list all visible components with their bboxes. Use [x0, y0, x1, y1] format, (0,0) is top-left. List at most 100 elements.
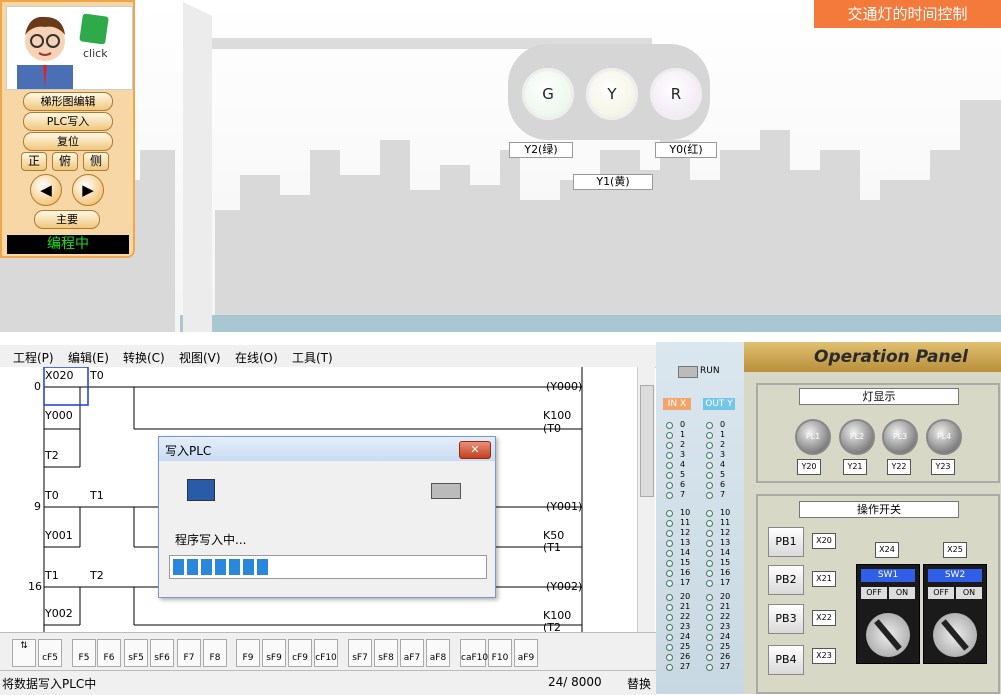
push-button-pb3[interactable]: PB3: [768, 604, 804, 634]
out-number: 7: [720, 490, 726, 499]
tool-f7[interactable]: F7: [177, 639, 201, 667]
coil-label: (Y001): [546, 500, 583, 513]
selector-switch-sw2[interactable]: SW2 OFF ON: [923, 564, 987, 664]
top-view-button[interactable]: 俯: [52, 152, 78, 171]
io-panel: RUN IN X OUT Y 0 0 1 1 2 2 3 3 4 4 5 5 6 6 7 7 10 10 11 11 1…: [656, 342, 744, 694]
in-number: 6: [680, 480, 686, 489]
side-view-button[interactable]: 侧: [83, 152, 109, 171]
in-number: 14: [680, 548, 691, 557]
switch-tag: X25: [943, 542, 967, 558]
click-label: click: [83, 47, 108, 60]
menu-view[interactable]: 视图(V): [179, 349, 221, 366]
in-led: [666, 604, 673, 611]
progress-segment: [173, 559, 184, 575]
traffic-scene: G Y R Y2(绿) Y0(红) Y1(黄) 交通灯的时间控制: [0, 0, 1001, 332]
menu-convert[interactable]: 转换(C): [123, 349, 165, 366]
vertical-scrollbar[interactable]: [637, 367, 655, 632]
write-plc-dialog: 写入PLC ✕ 程序写入中...: [158, 436, 496, 598]
pilot-lamp: PL3: [882, 419, 918, 455]
coil-name: T2: [547, 621, 562, 632]
menu-tools[interactable]: 工具(T): [292, 349, 333, 366]
out-led: [706, 550, 713, 557]
out-led: [706, 530, 713, 537]
pb-tag: X23: [812, 648, 836, 664]
out-number: 10: [720, 508, 731, 517]
tool-sf9[interactable]: sF9: [262, 639, 286, 667]
front-view-button[interactable]: 正: [21, 152, 47, 171]
in-number: 27: [680, 662, 691, 671]
tool-f6[interactable]: F6: [97, 639, 121, 667]
tool-sf5[interactable]: sF5: [124, 639, 148, 667]
status-message: 将数据写入PLC中: [2, 677, 97, 691]
in-number: 0: [680, 420, 686, 429]
push-button-pb1[interactable]: PB1: [768, 527, 804, 557]
dialog-titlebar[interactable]: 写入PLC ✕: [159, 437, 495, 461]
out-led: [706, 644, 713, 651]
green-light-label: G: [542, 85, 554, 103]
tool-cf5[interactable]: cF5: [38, 639, 62, 667]
rotary-knob-icon[interactable]: [866, 613, 910, 657]
tool-label: sF6: [154, 653, 170, 663]
main-button[interactable]: 主要: [34, 210, 100, 229]
right-arrow-icon[interactable]: ▶: [72, 174, 104, 206]
menu-bar: 工程(P) 编辑(E) 转换(C) 视图(V) 在线(O) 工具(T): [0, 345, 656, 368]
toolbar-icon[interactable]: ⇅: [12, 639, 36, 667]
tool-label: aF7: [403, 653, 421, 663]
out-led: [706, 580, 713, 587]
out-led: [706, 482, 713, 489]
out-led: [706, 624, 713, 631]
tool-cf9[interactable]: cF9: [288, 639, 312, 667]
in-led: [666, 510, 673, 517]
tool-label: F9: [242, 653, 254, 663]
tool-af8[interactable]: aF8: [426, 639, 450, 667]
in-led: [666, 634, 673, 641]
in-number: 20: [680, 592, 691, 601]
tool-af9[interactable]: aF9: [514, 639, 538, 667]
out-number: 27: [720, 662, 731, 671]
menu-online[interactable]: 在线(O): [235, 349, 278, 366]
close-icon[interactable]: ✕: [459, 441, 491, 459]
tool-af7[interactable]: aF7: [400, 639, 424, 667]
on-label: ON: [956, 587, 982, 599]
computer-icon: [187, 479, 215, 501]
edit-mode: 替换: [627, 677, 652, 691]
tool-cf10[interactable]: cF10: [314, 639, 338, 667]
in-number: 3: [680, 450, 686, 459]
out-led: [706, 634, 713, 641]
write-progress-bar: [169, 555, 487, 579]
menu-project[interactable]: 工程(P): [13, 349, 54, 366]
output-header: OUT Y: [703, 398, 735, 410]
instruction-toolbar: ⇅ cF5 F5 F6 sF5 sF6 F7 F8 F9 sF9 cF9 cF1…: [0, 632, 656, 671]
tool-label: cF9: [292, 653, 308, 663]
reset-button[interactable]: 复位: [23, 132, 113, 151]
ladder-edit-button[interactable]: 梯形图编辑: [23, 92, 113, 111]
rotary-knob-icon[interactable]: [933, 613, 977, 657]
tool-sf7[interactable]: sF7: [348, 639, 372, 667]
tool-f5[interactable]: F5: [72, 639, 96, 667]
out-number: 5: [720, 470, 726, 479]
in-number: 15: [680, 558, 691, 567]
tool-f9[interactable]: F9: [236, 639, 260, 667]
push-button-pb4[interactable]: PB4: [768, 645, 804, 675]
tool-caf10[interactable]: caF10: [460, 639, 488, 667]
scrollbar-thumb[interactable]: [640, 385, 654, 497]
lamp-section-title: 灯显示: [799, 388, 959, 405]
green-light: G: [522, 68, 574, 120]
switch-section-title: 操作开关: [799, 501, 959, 518]
tool-label: F6: [103, 653, 115, 663]
push-button-pb2[interactable]: PB2: [768, 565, 804, 595]
tool-sf6[interactable]: sF6: [150, 639, 174, 667]
tool-label: sF9: [266, 653, 282, 663]
pb-tag: X22: [812, 610, 836, 626]
lamp-tag: Y21: [843, 459, 867, 475]
tool-sf8[interactable]: sF8: [374, 639, 398, 667]
coil-label: (Y002): [546, 580, 583, 593]
tool-label: F7: [183, 653, 195, 663]
left-arrow-icon[interactable]: ◀: [30, 174, 62, 206]
selector-switch-sw1[interactable]: SW1 OFF ON: [856, 564, 920, 664]
plc-write-button[interactable]: PLC写入: [23, 112, 113, 131]
tool-f8[interactable]: F8: [203, 639, 227, 667]
menu-edit[interactable]: 编辑(E): [68, 349, 109, 366]
tool-f10[interactable]: F10: [488, 639, 512, 667]
out-number: 14: [720, 548, 731, 557]
